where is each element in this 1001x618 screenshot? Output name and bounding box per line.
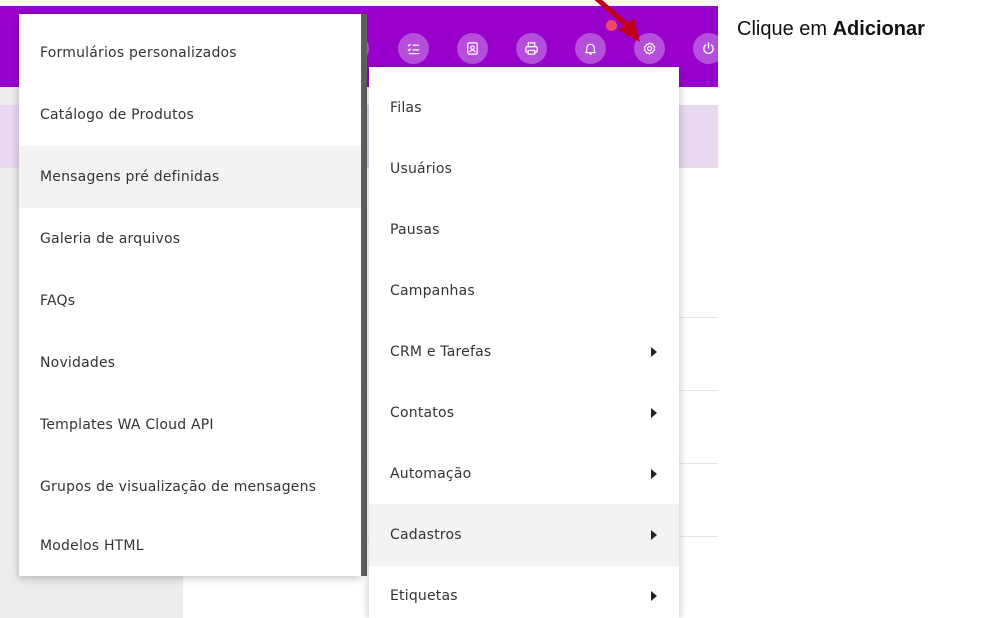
menu-item-campanhas[interactable]: Campanhas xyxy=(369,260,679,322)
checklist-button[interactable] xyxy=(398,33,429,64)
checklist-icon xyxy=(407,43,420,55)
menu-item-label: Cadastros xyxy=(390,527,462,543)
printer-icon xyxy=(525,42,538,55)
menu-item-label: Grupos de visualização de mensagens xyxy=(40,479,317,495)
contact-book-icon xyxy=(467,42,478,55)
menu-item-label: Campanhas xyxy=(390,283,475,299)
menu-item-cadastros[interactable]: Cadastros xyxy=(369,504,679,566)
caret-right-icon xyxy=(651,408,657,418)
menu-item-filas[interactable]: Filas xyxy=(369,77,679,139)
submenu-item-grupos-de-visualizacao-de-mensagens[interactable]: Grupos de visualização de mensagens xyxy=(19,456,361,518)
menu-item-label: Novidades xyxy=(40,355,116,371)
submenu-item-galeria-de-arquivos[interactable]: Galeria de arquivos xyxy=(19,208,361,270)
menu-item-label: CRM e Tarefas xyxy=(390,344,492,360)
instruction-emphasis: Adicionar xyxy=(832,18,925,40)
menu-item-label: Formulários personalizados xyxy=(40,45,237,61)
menu-item-label: Galeria de arquivos xyxy=(40,231,181,247)
settings-submenu: Formulários personalizados Catálogo de Pr… xyxy=(19,14,361,576)
instruction-prefix: Clique em xyxy=(737,18,833,40)
submenu-item-mensagens-pre-definidas[interactable]: Mensagens pré definidas xyxy=(19,146,361,208)
menu-item-label: Contatos xyxy=(390,405,455,421)
menu-item-contatos[interactable]: Contatos xyxy=(369,382,679,444)
menu-item-label: FAQs xyxy=(40,293,76,309)
menu-item-crm-e-tarefas[interactable]: CRM e Tarefas xyxy=(369,321,679,383)
app-window: Formulários personalizados Catálogo de Pr… xyxy=(0,0,718,618)
caret-right-icon xyxy=(651,469,657,479)
submenu-scrollbar[interactable] xyxy=(361,14,367,576)
menu-item-label: Usuários xyxy=(390,161,453,177)
submenu-item-catalogo-de-produtos[interactable]: Catálogo de Produtos xyxy=(19,84,361,146)
contacts-button[interactable] xyxy=(457,33,488,64)
menu-item-label: Filas xyxy=(390,100,422,116)
submenu-item-faqs[interactable]: FAQs xyxy=(19,270,361,332)
menu-item-etiquetas[interactable]: Etiquetas xyxy=(369,565,679,618)
settings-menu: Filas Usuários Pausas Campanhas CRM e Tarefa… xyxy=(369,67,679,618)
submenu-item-templates-wa-cloud-api[interactable]: Templates WA Cloud API xyxy=(19,394,361,456)
menu-item-label: Etiquetas xyxy=(390,588,458,604)
submenu-item-novidades[interactable]: Novidades xyxy=(19,332,361,394)
menu-item-automacao[interactable]: Automação xyxy=(369,443,679,505)
menu-item-label: Catálogo de Produtos xyxy=(40,107,195,123)
menu-item-label: Pausas xyxy=(390,222,440,238)
submenu-item-modelos-html[interactable]: Modelos HTML xyxy=(19,515,361,577)
power-icon xyxy=(703,42,714,54)
menu-item-label: Templates WA Cloud API xyxy=(40,417,214,433)
instruction-caption: Clique em Adicionar xyxy=(737,18,925,41)
menu-item-label: Modelos HTML xyxy=(40,538,144,554)
submenu-item-formularios-personalizados[interactable]: Formulários personalizados xyxy=(19,22,361,84)
logout-button[interactable] xyxy=(693,33,718,64)
menu-item-usuarios[interactable]: Usuários xyxy=(369,138,679,200)
annotation-arrow-icon xyxy=(594,0,640,42)
print-button[interactable] xyxy=(516,33,547,64)
caret-right-icon xyxy=(651,530,657,540)
caret-right-icon xyxy=(651,591,657,601)
menu-item-label: Automação xyxy=(390,466,472,482)
caret-right-icon xyxy=(651,347,657,357)
menu-item-label: Mensagens pré definidas xyxy=(40,169,220,185)
menu-item-pausas[interactable]: Pausas xyxy=(369,199,679,261)
